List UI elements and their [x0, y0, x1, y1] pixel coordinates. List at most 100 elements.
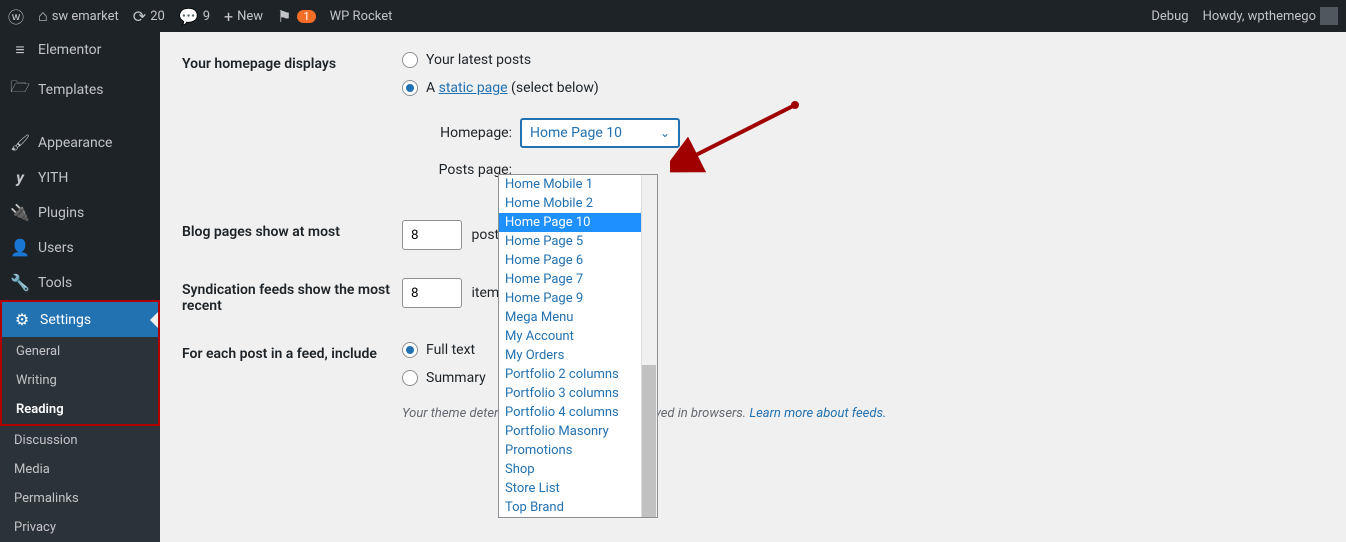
sidebar-item-plugins[interactable]: 🔌Plugins	[0, 195, 160, 230]
admin-bar: ⓦ ⌂sw emarket ⟳20 💬9 +New ⚑1 WP Rocket D…	[0, 0, 1346, 32]
howdy-text: Howdy, wpthemego	[1203, 9, 1316, 24]
radio-label: A static page (select below)	[426, 80, 599, 96]
dropdown-option[interactable]: Home Page 6	[499, 251, 657, 270]
radio-label: Summary	[426, 370, 486, 386]
dropdown-option[interactable]: Promotions	[499, 441, 657, 460]
yith-icon: y	[10, 168, 30, 187]
settings-submenu: General Writing Reading	[2, 337, 158, 424]
dropdown-option[interactable]: Portfolio 4 columns	[499, 403, 657, 422]
blog-pages-input[interactable]	[402, 220, 462, 250]
sidebar-item-elementor[interactable]: ≡Elementor	[0, 32, 160, 68]
sidebar-item-users[interactable]: 👤Users	[0, 230, 160, 265]
site-link[interactable]: ⌂ sw emarket	[38, 6, 119, 26]
radio-label: Your latest posts	[426, 52, 531, 68]
sliders-icon: ⚙	[12, 310, 32, 329]
dropdown-option[interactable]: Home Mobile 1	[499, 175, 657, 194]
homepage-dropdown[interactable]: Home Mobile 1Home Mobile 2Home Page 10Ho…	[498, 174, 658, 518]
dropdown-option[interactable]: Shop	[499, 460, 657, 479]
scrollbar-thumb[interactable]	[642, 365, 656, 518]
dropdown-option[interactable]: Home Page 9	[499, 289, 657, 308]
dropdown-option[interactable]: Portfolio 3 columns	[499, 384, 657, 403]
homepage-select[interactable]: Home Page 10 ⌄	[520, 118, 680, 148]
plug-icon: 🔌	[10, 203, 30, 222]
submenu-privacy[interactable]: Privacy	[0, 513, 160, 542]
row-syndication: Syndication feeds show the most recent i…	[182, 278, 1326, 314]
main-content: Your homepage displays Your latest posts…	[160, 32, 1346, 530]
dropdown-option[interactable]: Store List	[499, 479, 657, 498]
radio-icon	[402, 370, 418, 386]
wprocket-label: WP Rocket	[330, 9, 393, 24]
radio-icon	[402, 80, 418, 96]
wordpress-icon: ⓦ	[8, 4, 24, 28]
avatar	[1320, 7, 1338, 25]
dropdown-option[interactable]: Mega Menu	[499, 308, 657, 327]
elementor-icon: ≡	[10, 40, 30, 60]
updates-count: 20	[150, 9, 165, 24]
sidebar-item-templates[interactable]: 🗁Templates	[0, 68, 160, 111]
radio-static-page[interactable]: A static page (select below)	[402, 80, 1326, 96]
sidebar-item-yith[interactable]: yYITH	[0, 160, 160, 195]
comment-icon: 💬	[179, 7, 199, 26]
dropdown-option[interactable]: Portfolio Masonry	[499, 422, 657, 441]
control-homepage-displays: Your latest posts A static page (select …	[402, 52, 1326, 192]
syndication-input[interactable]	[402, 278, 462, 308]
dropdown-option[interactable]: Home Page 10	[499, 213, 657, 232]
new-link[interactable]: + New	[224, 7, 263, 26]
admin-bar-right: Debug Howdy, wpthemego	[1151, 7, 1338, 25]
user-icon: 👤	[10, 238, 30, 257]
dropdown-option[interactable]: Home Page 5	[499, 232, 657, 251]
new-label: New	[237, 9, 263, 24]
sidebar-item-tools[interactable]: 🔧Tools	[0, 265, 160, 300]
updates-link[interactable]: ⟳ 20	[133, 7, 165, 26]
submenu-permalinks[interactable]: Permalinks	[0, 484, 160, 513]
plus-icon: +	[224, 7, 233, 26]
dropdown-option[interactable]: Home Page 7	[499, 270, 657, 289]
sidebar-item-appearance[interactable]: 🖌Appearance	[0, 125, 160, 160]
learn-more-link[interactable]: Learn more about feeds.	[749, 406, 886, 421]
submenu-media[interactable]: Media	[0, 455, 160, 484]
row-blog-pages: Blog pages show at most posts	[182, 220, 1326, 250]
dropdown-option[interactable]: Home Mobile 2	[499, 194, 657, 213]
static-page-link[interactable]: static page	[439, 80, 508, 96]
brush-icon: 🖌	[10, 133, 30, 152]
label-blog-pages: Blog pages show at most	[182, 220, 402, 250]
homepage-select-label: Homepage:	[430, 125, 512, 141]
radio-icon	[402, 52, 418, 68]
home-icon: ⌂	[38, 6, 48, 26]
updates-icon: ⟳	[133, 7, 146, 26]
radio-label: Full text	[426, 342, 475, 358]
admin-sidebar: ≡Elementor 🗁Templates 🖌Appearance yYITH …	[0, 32, 160, 530]
comments-link[interactable]: 💬9	[179, 7, 210, 26]
dropdown-option[interactable]: My Account	[499, 327, 657, 346]
settings-submenu-rest: Discussion Media Permalinks Privacy	[0, 426, 160, 542]
wprocket-link[interactable]: WP Rocket	[330, 9, 393, 24]
folder-icon: 🗁	[10, 76, 30, 103]
submenu-discussion[interactable]: Discussion	[0, 426, 160, 455]
sidebar-item-settings[interactable]: ⚙Settings	[2, 302, 158, 337]
label-syndication: Syndication feeds show the most recent	[182, 278, 402, 314]
dropdown-option[interactable]: My Orders	[499, 346, 657, 365]
radio-icon	[402, 342, 418, 358]
debug-link[interactable]: Debug	[1151, 9, 1188, 24]
scrollbar[interactable]	[641, 175, 657, 517]
howdy-link[interactable]: Howdy, wpthemego	[1203, 7, 1338, 25]
wordpress-logo[interactable]: ⓦ	[8, 4, 24, 28]
comments-count: 9	[203, 9, 210, 24]
site-name: sw emarket	[52, 9, 119, 24]
wrench-icon: 🔧	[10, 273, 30, 292]
radio-latest-posts[interactable]: Your latest posts	[402, 52, 1326, 68]
label-feed-include: For each post in a feed, include	[182, 342, 402, 398]
dropdown-option[interactable]: Top Brand	[499, 498, 657, 517]
notif-link[interactable]: ⚑1	[277, 7, 316, 26]
submenu-reading[interactable]: Reading	[2, 395, 158, 424]
dropdown-option[interactable]: Portfolio 2 columns	[499, 365, 657, 384]
row-homepage-displays: Your homepage displays Your latest posts…	[182, 52, 1326, 192]
submenu-general[interactable]: General	[2, 337, 158, 366]
admin-bar-left: ⓦ ⌂sw emarket ⟳20 💬9 +New ⚑1 WP Rocket	[8, 4, 392, 28]
homepage-select-row: Homepage: Home Page 10 ⌄	[430, 118, 1326, 148]
notif-icon: ⚑	[277, 7, 291, 26]
chevron-down-icon: ⌄	[660, 126, 670, 140]
label-homepage-displays: Your homepage displays	[182, 52, 402, 192]
submenu-writing[interactable]: Writing	[2, 366, 158, 395]
row-feed-include: For each post in a feed, include Full te…	[182, 342, 1326, 398]
